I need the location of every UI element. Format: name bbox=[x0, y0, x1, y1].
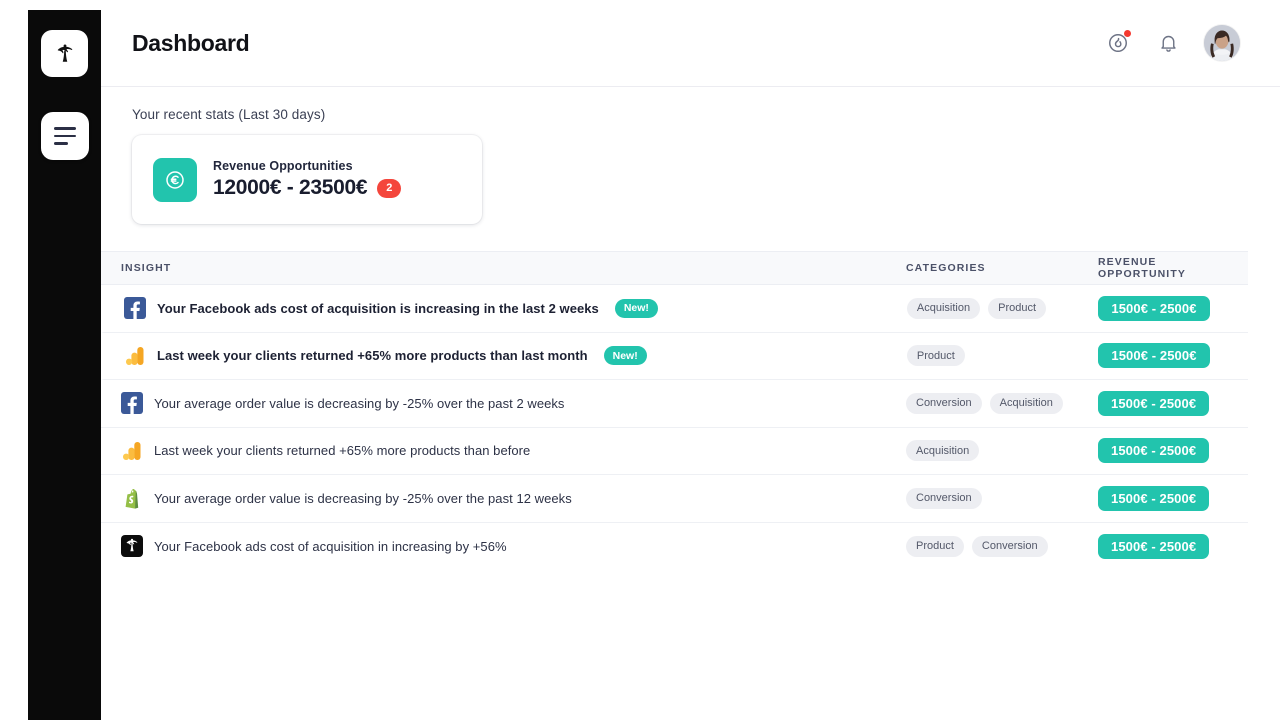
categories-cell: Conversion bbox=[906, 487, 1098, 509]
google-analytics-icon bbox=[121, 440, 143, 462]
stat-card-text: Revenue Opportunities 12000€ - 23500€ 2 bbox=[213, 159, 402, 200]
insight-cell: Last week your clients returned +65% mor… bbox=[121, 440, 906, 462]
column-header-categories: CATEGORIES bbox=[906, 262, 986, 274]
insight-text: Your average order value is decreasing b… bbox=[154, 395, 565, 411]
revenue-cell: 1500€ - 2500€ bbox=[1098, 438, 1248, 464]
revenue-pill: 1500€ - 2500€ bbox=[1098, 485, 1210, 511]
categories-cell: Acquisition Product bbox=[906, 297, 1098, 319]
stat-card-value: 12000€ - 23500€ bbox=[213, 176, 368, 199]
column-header-revenue: REVENUE OPPORTUNITY bbox=[1098, 256, 1186, 280]
insight-cell: Your Facebook ads cost of acquisition is… bbox=[124, 297, 907, 319]
stat-card-count-badge: 2 bbox=[377, 178, 402, 198]
revenue-pill: 1500€ - 2500€ bbox=[1098, 295, 1210, 321]
topbar: Dashboard bbox=[101, 0, 1280, 87]
revenue-cell: 1500€ - 2500€ bbox=[1098, 390, 1248, 416]
revenue-cell: 1500€ - 2500€ bbox=[1098, 533, 1248, 559]
insight-text: Your average order value is decreasing b… bbox=[154, 490, 572, 506]
categories-cell: Product bbox=[906, 345, 1098, 367]
table-row[interactable]: Your Facebook ads cost of acquisition in… bbox=[101, 522, 1248, 570]
revenue-cell: 1500€ - 2500€ bbox=[1098, 485, 1248, 511]
topbar-actions bbox=[1104, 25, 1240, 61]
insight-text: Your Facebook ads cost of acquisition in… bbox=[154, 538, 507, 554]
app-root: Dashboard Your recent stats (Last 30 day… bbox=[0, 0, 1280, 720]
palm-tree-glyph bbox=[57, 44, 72, 62]
facebook-icon bbox=[124, 297, 146, 319]
palm-tree-logo-icon[interactable] bbox=[41, 30, 88, 77]
revenue-pill: 1500€ - 2500€ bbox=[1098, 390, 1210, 416]
categories-cell: Acquisition bbox=[906, 440, 1098, 462]
table-row[interactable]: Your average order value is decreasing b… bbox=[101, 380, 1248, 428]
google-analytics-icon bbox=[124, 345, 146, 367]
table-row[interactable]: Your Facebook ads cost of acquisition is… bbox=[101, 285, 1248, 333]
stat-card-value-row: 12000€ - 23500€ 2 bbox=[213, 176, 402, 200]
insight-text: Last week your clients returned +65% mor… bbox=[157, 348, 588, 364]
category-pill[interactable]: Product bbox=[906, 345, 965, 367]
category-pill[interactable]: Product bbox=[906, 535, 964, 557]
categories-cell: Conversion Acquisition bbox=[906, 392, 1098, 414]
sidebar bbox=[28, 10, 101, 720]
palm-tree-logo-icon bbox=[121, 535, 143, 557]
activity-badge-dot bbox=[1124, 30, 1131, 37]
table-header-row: INSIGHT CATEGORIES REVENUE OPPORTUNITY bbox=[101, 251, 1248, 285]
bell-icon[interactable] bbox=[1154, 29, 1182, 57]
category-pill[interactable]: Acquisition bbox=[906, 297, 981, 319]
new-badge: New! bbox=[603, 346, 647, 366]
category-pill[interactable]: Product bbox=[988, 297, 1047, 319]
insight-cell: Your average order value is decreasing b… bbox=[121, 487, 906, 509]
avatar-photo bbox=[1204, 25, 1240, 61]
revenue-cell: 1500€ - 2500€ bbox=[1098, 295, 1248, 321]
page-title: Dashboard bbox=[132, 29, 250, 56]
categories-cell: Product Conversion bbox=[906, 535, 1098, 557]
facebook-icon bbox=[121, 392, 143, 414]
stat-card-title: Revenue Opportunities bbox=[213, 159, 353, 173]
menu-line-3 bbox=[53, 142, 68, 145]
revenue-pill: 1500€ - 2500€ bbox=[1098, 438, 1210, 464]
main-area: Dashboard Your recent stats (Last 30 day… bbox=[101, 0, 1280, 720]
euro-circle-icon bbox=[153, 157, 197, 202]
insight-text: Your Facebook ads cost of acquisition is… bbox=[157, 300, 599, 316]
menu-line-1 bbox=[53, 127, 76, 130]
table-row[interactable]: Your average order value is decreasing b… bbox=[101, 475, 1248, 523]
new-badge: New! bbox=[614, 298, 658, 318]
revenue-pill: 1500€ - 2500€ bbox=[1098, 533, 1210, 559]
menu-lines-icon[interactable] bbox=[40, 112, 89, 160]
table-row[interactable]: Last week your clients returned +65% mor… bbox=[101, 427, 1248, 475]
shopify-icon bbox=[121, 487, 143, 509]
bell-glyph bbox=[1160, 35, 1176, 52]
category-pill[interactable]: Conversion bbox=[906, 392, 982, 414]
revenue-pill: 1500€ - 2500€ bbox=[1098, 343, 1210, 369]
category-pill[interactable]: Acquisition bbox=[989, 392, 1063, 414]
stats-section: Your recent stats (Last 30 days) Revenue… bbox=[101, 87, 1280, 224]
category-pill[interactable]: Conversion bbox=[906, 487, 982, 509]
revenue-cell: 1500€ - 2500€ bbox=[1098, 343, 1248, 369]
column-header-insight: INSIGHT bbox=[121, 262, 172, 274]
insight-cell: Your Facebook ads cost of acquisition in… bbox=[121, 535, 906, 557]
stat-card-wrapper: Revenue Opportunities 12000€ - 23500€ 2 bbox=[132, 135, 482, 224]
euro-circle-glyph bbox=[166, 170, 184, 189]
table-row[interactable]: Last week your clients returned +65% mor… bbox=[101, 332, 1248, 380]
insight-cell: Your average order value is decreasing b… bbox=[121, 392, 906, 414]
insight-cell: Last week your clients returned +65% mor… bbox=[124, 345, 907, 367]
table-body: Your Facebook ads cost of acquisition is… bbox=[101, 285, 1248, 570]
avatar[interactable] bbox=[1204, 25, 1240, 61]
insight-text: Last week your clients returned +65% mor… bbox=[154, 443, 531, 459]
revenue-opportunities-card[interactable]: Revenue Opportunities 12000€ - 23500€ 2 bbox=[132, 135, 482, 224]
stats-label: Your recent stats (Last 30 days) bbox=[132, 107, 326, 122]
category-pill[interactable]: Acquisition bbox=[906, 440, 980, 462]
menu-line-2 bbox=[53, 134, 76, 138]
insights-table: INSIGHT CATEGORIES REVENUE OPPORTUNITY Y… bbox=[101, 251, 1248, 570]
flame-circle-icon[interactable] bbox=[1104, 29, 1132, 57]
category-pill[interactable]: Conversion bbox=[971, 535, 1048, 557]
